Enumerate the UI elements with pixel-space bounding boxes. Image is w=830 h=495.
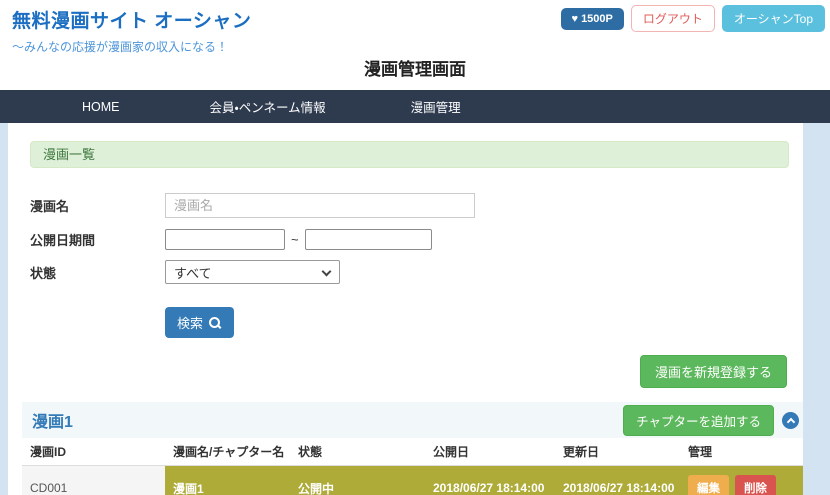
nav-item-member-info[interactable]: 会員・ペンネーム情報	[210, 97, 326, 116]
ocean-top-button[interactable]: オーシャンTop	[721, 5, 825, 32]
row-updated: 2018/06/27 18:14:00	[555, 466, 680, 495]
nav-item-manga-manage[interactable]: 漫画管理	[411, 97, 461, 116]
col-header-name: 漫画名/チャプター名	[173, 445, 285, 459]
date-from-input[interactable]	[165, 229, 285, 250]
manga-section-header: 漫画1 チャプターを追加する	[22, 402, 803, 438]
heart-icon: ♥	[571, 12, 579, 25]
content-area: 漫画一覧 漫画名 公開日期間 ~ 状態 すべて	[0, 123, 830, 495]
col-header-manage: 管理	[688, 445, 713, 459]
manga-list-card: 漫画一覧 漫画名 公開日期間 ~ 状態 すべて	[8, 123, 803, 495]
points-label: 1500P	[581, 12, 613, 25]
main-nav: HOME 会員・ペンネーム情報 漫画管理	[0, 90, 830, 123]
date-range-separator: ~	[291, 232, 299, 247]
register-row: 漫画を新規登録する	[8, 355, 787, 388]
site-tagline: 〜みんなの応援が漫画家の収入になる！	[12, 40, 229, 54]
site-title[interactable]: 無料漫画サイト オーシャン	[12, 6, 251, 33]
row-id-cell: CD001	[22, 466, 165, 495]
row-id: CD001	[30, 481, 68, 495]
panel-heading: 漫画一覧	[30, 141, 789, 168]
search-button-label: 検索	[177, 316, 204, 331]
manga-name-label: 漫画名	[30, 199, 70, 214]
col-header-status: 状態	[298, 445, 323, 459]
panel-title: 漫画一覧	[43, 147, 96, 162]
table-row: CD001 漫画1 公開中 2018/06/27 18:14:00 2018/0…	[22, 466, 803, 495]
row-actions: 編集 削除	[680, 466, 803, 495]
add-chapter-button[interactable]: チャプターを追加する	[623, 404, 774, 436]
date-range-label: 公開日期間	[30, 233, 96, 248]
delete-button[interactable]: 削除	[735, 475, 776, 495]
chevron-down-icon	[321, 266, 332, 277]
collapse-section-button[interactable]	[782, 411, 799, 429]
brand: 無料漫画サイト オーシャン 〜みんなの応援が漫画家の収入になる！	[12, 6, 251, 55]
page-title: 漫画管理画面	[364, 60, 466, 79]
register-manga-button[interactable]: 漫画を新規登録する	[639, 355, 787, 388]
status-select-value: すべて	[174, 265, 212, 281]
logout-button[interactable]: ログアウト	[630, 5, 715, 32]
chevron-up-circle-icon	[782, 411, 799, 429]
search-form: 漫画名 公開日期間 ~ 状態 すべて 検索	[30, 193, 803, 338]
search-icon	[208, 316, 222, 330]
col-header-published: 公開日	[433, 445, 470, 459]
row-published: 2018/06/27 18:14:00	[425, 466, 555, 495]
date-to-input[interactable]	[304, 229, 432, 250]
manga-table: 漫画ID 漫画名/チャプター名 状態 公開日 更新日 管理 CD001 漫画1 …	[22, 438, 803, 495]
row-status: 公開中	[290, 466, 425, 495]
manga-name-input[interactable]	[165, 193, 475, 218]
row-name: 漫画1	[165, 466, 290, 495]
status-label: 状態	[30, 265, 57, 281]
edit-button[interactable]: 編集	[688, 475, 729, 495]
status-select[interactable]: すべて	[165, 260, 340, 284]
manga-table-body: CD001 漫画1 公開中 2018/06/27 18:14:00 2018/0…	[22, 466, 803, 495]
page-header: 無料漫画サイト オーシャン 〜みんなの応援が漫画家の収入になる！ ♥ 1500P…	[0, 0, 830, 90]
manga-section-title: 漫画1	[32, 414, 73, 431]
nav-item-home[interactable]: HOME	[82, 100, 120, 114]
search-button[interactable]: 検索	[165, 307, 235, 338]
col-header-manga-id: 漫画ID	[30, 445, 67, 459]
col-header-updated: 更新日	[563, 445, 600, 459]
points-button[interactable]: ♥ 1500P	[560, 7, 624, 30]
table-header-row: 漫画ID 漫画名/チャプター名 状態 公開日 更新日 管理	[22, 438, 803, 466]
top-actions: ♥ 1500P ログアウト オーシャンTop	[560, 5, 825, 32]
